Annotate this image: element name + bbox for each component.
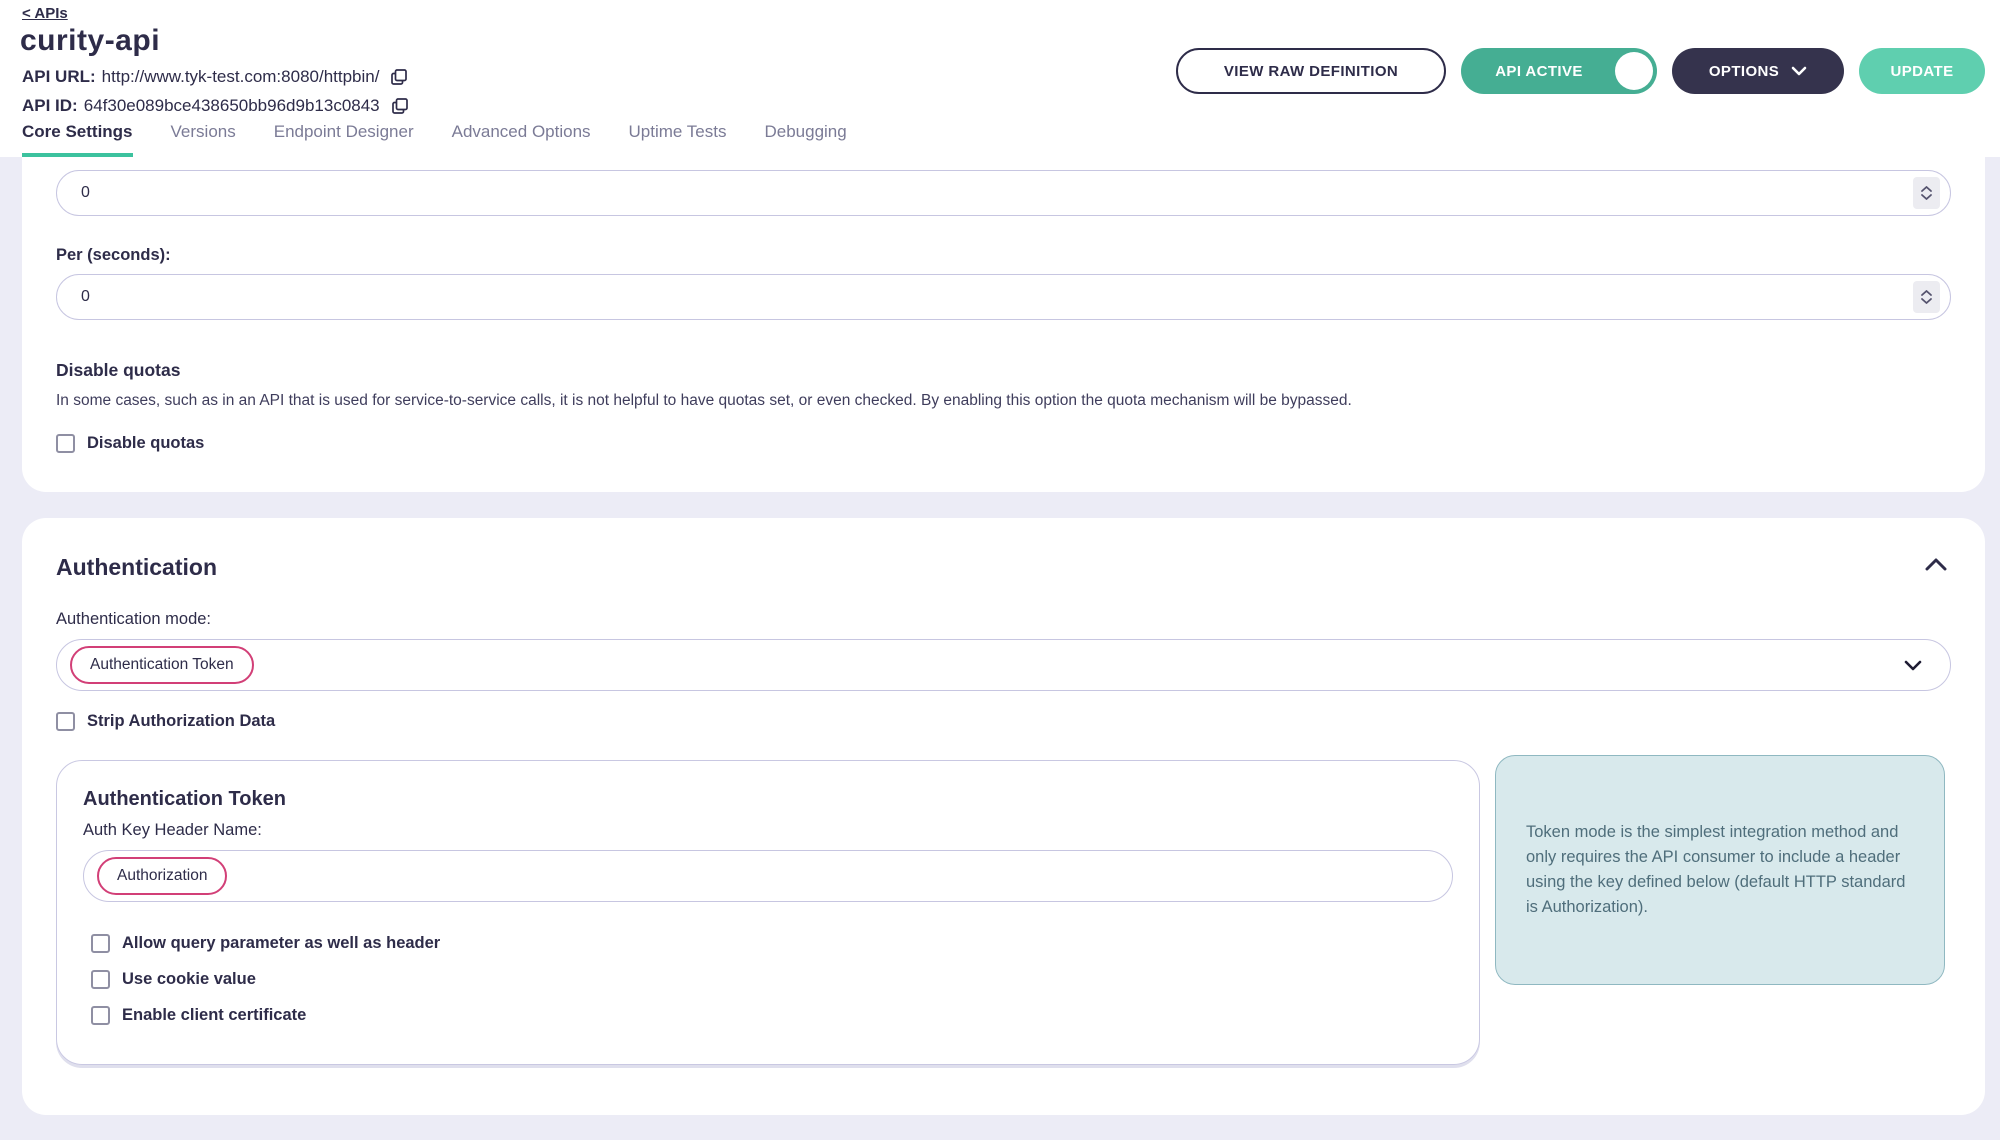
breadcrumb-apis-link[interactable]: < APIs (22, 5, 68, 22)
enable-client-certificate-checkbox[interactable] (91, 1006, 110, 1025)
options-label: OPTIONS (1709, 63, 1779, 80)
tab-bar: Core Settings Versions Endpoint Designer… (22, 122, 847, 157)
enable-client-certificate-label: Enable client certificate (122, 1006, 306, 1025)
tab-advanced-options[interactable]: Advanced Options (452, 122, 591, 157)
auth-key-header-input[interactable]: Authorization (83, 850, 1453, 902)
strip-authorization-checkbox[interactable] (56, 712, 75, 731)
authentication-heading: Authentication (56, 554, 217, 581)
token-mode-info-box: Token mode is the simplest integration m… (1495, 755, 1945, 985)
auth-key-header-label: Auth Key Header Name: (83, 821, 1453, 840)
api-active-toggle[interactable]: API ACTIVE (1461, 48, 1657, 94)
per-seconds-label: Per (seconds): (56, 246, 1951, 265)
rate-input[interactable]: 0 (56, 170, 1951, 216)
disable-quotas-checkbox-row[interactable]: Disable quotas (56, 434, 1951, 453)
token-options: Allow query parameter as well as header … (91, 934, 1453, 1025)
auth-mode-select[interactable]: Authentication Token (56, 639, 1951, 691)
use-cookie-value-checkbox[interactable] (91, 970, 110, 989)
api-url-label: API URL: (22, 67, 96, 87)
update-button[interactable]: UPDATE (1859, 48, 1985, 94)
strip-authorization-checkbox-row[interactable]: Strip Authorization Data (56, 712, 275, 731)
allow-query-param-label: Allow query parameter as well as header (122, 934, 440, 953)
header-actions: VIEW RAW DEFINITION API ACTIVE OPTIONS U… (1176, 48, 1985, 94)
chevron-up-icon[interactable] (1925, 558, 1947, 571)
tab-versions[interactable]: Versions (171, 122, 236, 157)
copy-api-id-icon[interactable] (390, 96, 410, 116)
api-id-value: 64f30e089bce438650bb96d9b13c0843 (84, 96, 380, 116)
auth-mode-label: Authentication mode: (56, 610, 211, 629)
chevron-down-icon (1904, 660, 1922, 671)
auth-key-header-value: Authorization (97, 857, 227, 895)
tab-uptime-tests[interactable]: Uptime Tests (629, 122, 727, 157)
allow-query-param-checkbox[interactable] (91, 934, 110, 953)
tab-endpoint-designer[interactable]: Endpoint Designer (274, 122, 414, 157)
per-seconds-input-value: 0 (81, 288, 90, 306)
auth-mode-selected-value: Authentication Token (70, 646, 254, 684)
tab-debugging[interactable]: Debugging (764, 122, 846, 157)
use-cookie-value-checkbox-row[interactable]: Use cookie value (91, 970, 1453, 989)
api-url-row: API URL: http://www.tyk-test.com:8080/ht… (22, 67, 409, 87)
authentication-card: Authentication Authentication mode: Auth… (22, 518, 1985, 1115)
page-header: < APIs curity-api API URL: http://www.ty… (0, 0, 2000, 157)
options-button[interactable]: OPTIONS (1672, 48, 1844, 94)
number-stepper[interactable] (1913, 281, 1940, 313)
disable-quotas-checkbox[interactable] (56, 434, 75, 453)
page-title: curity-api (20, 24, 160, 58)
copy-api-url-icon[interactable] (389, 67, 409, 87)
api-active-label: API ACTIVE (1495, 63, 1583, 80)
api-url-value: http://www.tyk-test.com:8080/httpbin/ (102, 67, 380, 87)
disable-quotas-description: In some cases, such as in an API that is… (56, 392, 1951, 410)
use-cookie-value-label: Use cookie value (122, 970, 256, 989)
tab-core-settings[interactable]: Core Settings (22, 122, 133, 157)
disable-quotas-checkbox-label: Disable quotas (87, 434, 204, 453)
number-stepper[interactable] (1913, 177, 1940, 209)
token-mode-info-text: Token mode is the simplest integration m… (1526, 820, 1906, 920)
rate-limit-card: 0 Per (seconds): 0 Disable quotas In som… (22, 157, 1985, 492)
rate-input-value: 0 (81, 184, 90, 202)
api-id-row: API ID: 64f30e089bce438650bb96d9b13c0843 (22, 96, 410, 116)
per-seconds-input[interactable]: 0 (56, 274, 1951, 320)
enable-client-certificate-checkbox-row[interactable]: Enable client certificate (91, 1006, 1453, 1025)
chevron-down-icon (1791, 66, 1807, 76)
allow-query-param-checkbox-row[interactable]: Allow query parameter as well as header (91, 934, 1453, 953)
strip-authorization-label: Strip Authorization Data (87, 712, 275, 731)
disable-quotas-heading: Disable quotas (56, 360, 1951, 381)
view-raw-definition-button[interactable]: VIEW RAW DEFINITION (1176, 48, 1446, 94)
authentication-token-panel: Authentication Token Auth Key Header Nam… (56, 760, 1480, 1065)
toggle-knob (1615, 52, 1653, 90)
api-id-label: API ID: (22, 96, 78, 116)
token-panel-heading: Authentication Token (83, 788, 1453, 811)
